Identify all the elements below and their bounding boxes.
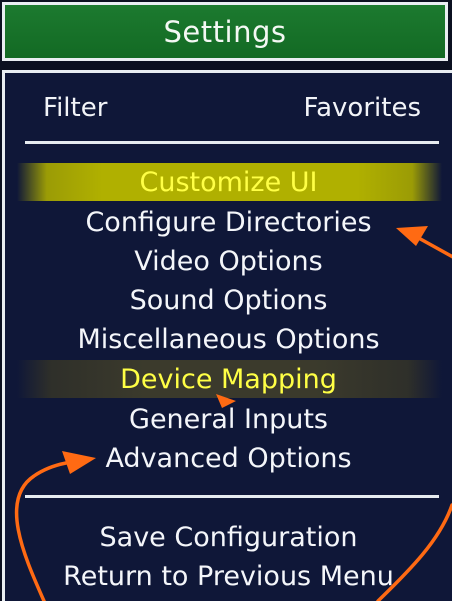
filter-button[interactable]: Filter — [43, 93, 107, 123]
menu-divider-bottom — [25, 495, 439, 498]
filter-bar: Filter Favorites — [43, 90, 421, 126]
menu-item-configure-directories[interactable]: Configure Directories — [5, 203, 452, 242]
menu-item-advanced-options[interactable]: Advanced Options — [5, 439, 452, 478]
return-to-previous-menu-button[interactable]: Return to Previous Menu — [5, 557, 452, 596]
menu-item-sound-options[interactable]: Sound Options — [5, 281, 452, 320]
menu-item-miscellaneous-options[interactable]: Miscellaneous Options — [5, 320, 452, 359]
settings-screen: Settings Filter Favorites Customize UI C… — [0, 0, 452, 601]
menu-item-device-mapping[interactable]: Device Mapping — [5, 360, 452, 399]
favorites-button[interactable]: Favorites — [304, 93, 421, 123]
settings-header: Settings — [2, 2, 448, 61]
header-title: Settings — [163, 14, 287, 49]
menu-item-general-inputs[interactable]: General Inputs — [5, 400, 452, 439]
menu-item-video-options[interactable]: Video Options — [5, 242, 452, 281]
save-configuration-button[interactable]: Save Configuration — [5, 518, 452, 557]
menu-divider-top — [25, 141, 439, 144]
menu-item-customize-ui[interactable]: Customize UI — [5, 163, 452, 202]
settings-menu-panel: Filter Favorites Customize UI Configure … — [2, 70, 452, 601]
